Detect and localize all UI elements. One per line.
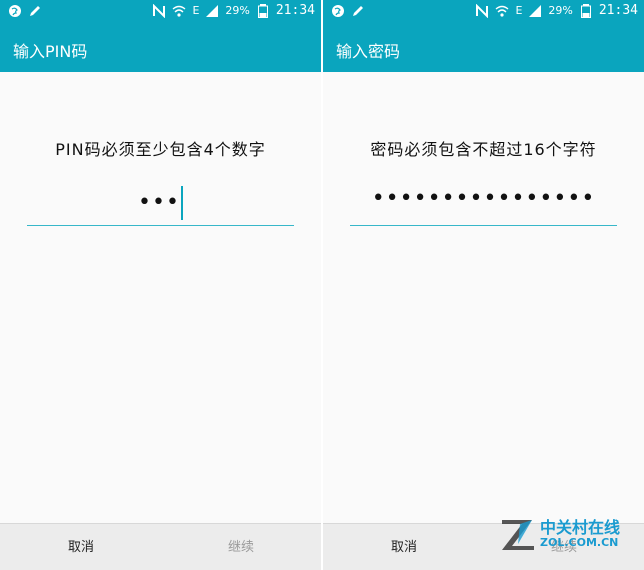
pin-input-value[interactable]: ••• [27,186,294,220]
globe-icon [331,4,345,18]
text-cursor [180,186,183,220]
password-dots[interactable]: •••••••••••••••• [350,186,617,211]
screen-title: 输入密码 [336,42,401,61]
bottom-action-bar: 取消 继续 [0,523,321,570]
pencil-icon [28,4,42,18]
clock-text: 21:34 [598,3,638,18]
cancel-button[interactable]: 取消 [68,536,94,555]
watermark-brand-cn: 中关村在线 [540,518,621,537]
status-bar: E 29% 21:34 [323,0,644,24]
app-bar: 输入密码 [323,24,644,72]
battery-percent-text: 29% [548,4,573,17]
status-right-icons: E 29% 21:34 [475,4,638,18]
pin-requirement-text: PIN码必须至少包含4个数字 [55,140,266,159]
status-left-icons [8,4,42,18]
signal-icon [528,4,542,18]
screenshot-pair: E 29% 21:34 输入PIN码 PIN码必须至少包含4个数字 ••• 取消… [0,0,644,570]
clock-text: 21:34 [275,3,315,18]
input-underline [350,225,617,226]
wifi-icon [172,4,186,18]
pin-input[interactable]: ••• [27,182,294,226]
watermark-brand-url: ZOL.COM.CN [540,536,619,549]
pin-screen: E 29% 21:34 输入PIN码 PIN码必须至少包含4个数字 ••• 取消… [0,0,321,570]
globe-icon [8,4,22,18]
nfc-icon [475,4,489,18]
app-bar: 输入PIN码 [0,24,321,72]
signal-icon [205,4,219,18]
input-underline [27,225,294,226]
status-bar: E 29% 21:34 [0,0,321,24]
password-requirement-text: 密码必须包含不超过16个字符 [370,140,597,159]
zol-logo-icon [498,514,538,554]
pin-dots: ••• [138,190,180,215]
battery-percent-text: 29% [225,4,250,17]
status-left-icons [331,4,365,18]
battery-icon [256,4,270,18]
wifi-icon [495,4,509,18]
network-type-text: E [192,4,200,17]
password-screen: E 29% 21:34 输入密码 密码必须包含不超过16个字符 ••••••••… [323,0,644,570]
zol-watermark: 中关村在线 ZOL.COM.CN [498,512,630,556]
network-type-text: E [515,4,523,17]
password-input[interactable]: •••••••••••••••• [350,182,617,226]
status-right-icons: E 29% 21:34 [152,4,315,18]
pencil-icon [351,4,365,18]
battery-icon [579,4,593,18]
nfc-icon [152,4,166,18]
cancel-button[interactable]: 取消 [391,536,417,555]
screen-title: 输入PIN码 [13,42,88,61]
continue-button[interactable]: 继续 [228,536,254,555]
